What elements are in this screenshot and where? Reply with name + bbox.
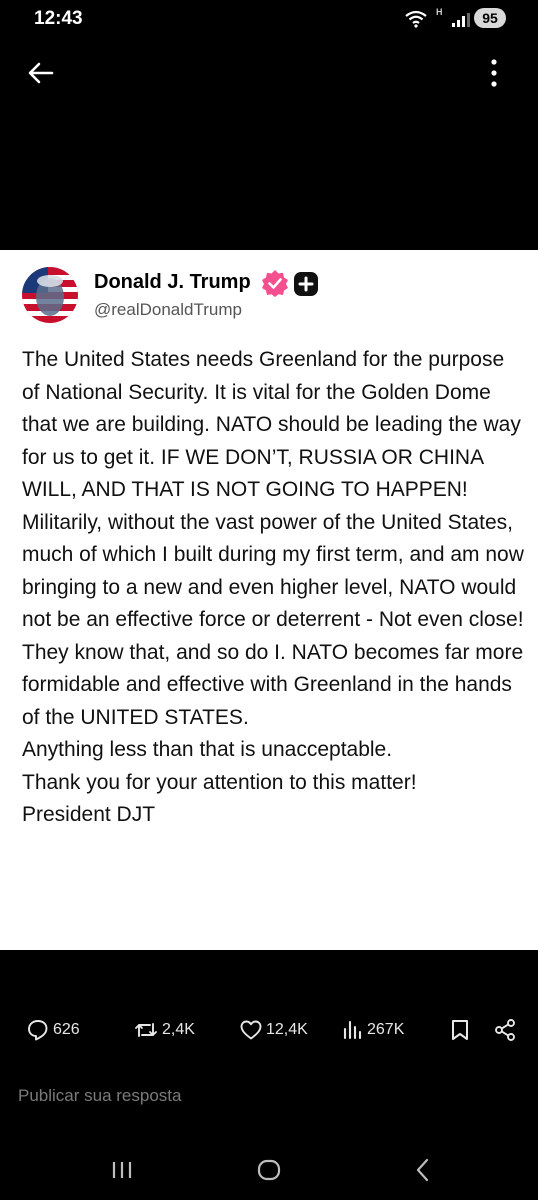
repost-button[interactable]: 2,4K xyxy=(133,1016,195,1044)
avatar[interactable] xyxy=(22,267,78,323)
repost-count: 2,4K xyxy=(162,1021,195,1038)
more-vertical-icon xyxy=(491,59,497,87)
post-text: The United States needs Greenland for th… xyxy=(22,348,524,826)
home-button[interactable] xyxy=(254,1155,284,1185)
bookmark-icon xyxy=(452,1020,468,1040)
plus-badge-icon xyxy=(293,271,319,297)
back-arrow-icon xyxy=(28,62,54,84)
recents-icon xyxy=(112,1162,132,1178)
reply-count: 626 xyxy=(53,1021,80,1038)
battery-level: 95 xyxy=(474,8,506,28)
verified-badge-icon xyxy=(261,269,289,297)
author-handle: @realDonaldTrump xyxy=(94,300,242,319)
signal-bars-icon xyxy=(452,13,470,32)
reply-button[interactable]: 626 xyxy=(26,1016,80,1044)
repost-icon xyxy=(135,1023,157,1037)
reply-input[interactable]: Publicar sua resposta xyxy=(18,1086,181,1106)
views-count: 267K xyxy=(367,1021,405,1038)
views-button[interactable]: 267K xyxy=(342,1016,404,1044)
bookmark-button[interactable] xyxy=(449,1016,474,1044)
more-options-button[interactable] xyxy=(484,56,504,90)
status-time: 12:43 xyxy=(34,8,83,29)
network-type: H xyxy=(436,7,443,17)
navigation-bar xyxy=(0,1140,538,1200)
action-bar: 626 2,4K 12,4K 267K xyxy=(0,1010,538,1050)
reply-icon xyxy=(28,1020,48,1041)
share-button[interactable] xyxy=(493,1016,520,1044)
like-count: 12,4K xyxy=(266,1021,308,1038)
author-name[interactable]: Donald J. Trump xyxy=(94,271,251,294)
views-icon xyxy=(343,1020,362,1040)
like-button[interactable]: 12,4K xyxy=(239,1016,308,1044)
post-card: Donald J. Trump @realDonaldTrump The Uni… xyxy=(0,250,538,950)
nav-back-button[interactable] xyxy=(408,1155,438,1185)
status-bar: 12:43 H 95 xyxy=(0,0,538,40)
heart-icon xyxy=(240,1020,262,1040)
recents-button[interactable] xyxy=(107,1155,137,1185)
back-button[interactable] xyxy=(26,58,56,88)
wifi-icon xyxy=(404,10,428,33)
share-icon xyxy=(495,1019,515,1041)
nav-back-icon xyxy=(416,1158,429,1182)
home-icon xyxy=(257,1159,281,1181)
